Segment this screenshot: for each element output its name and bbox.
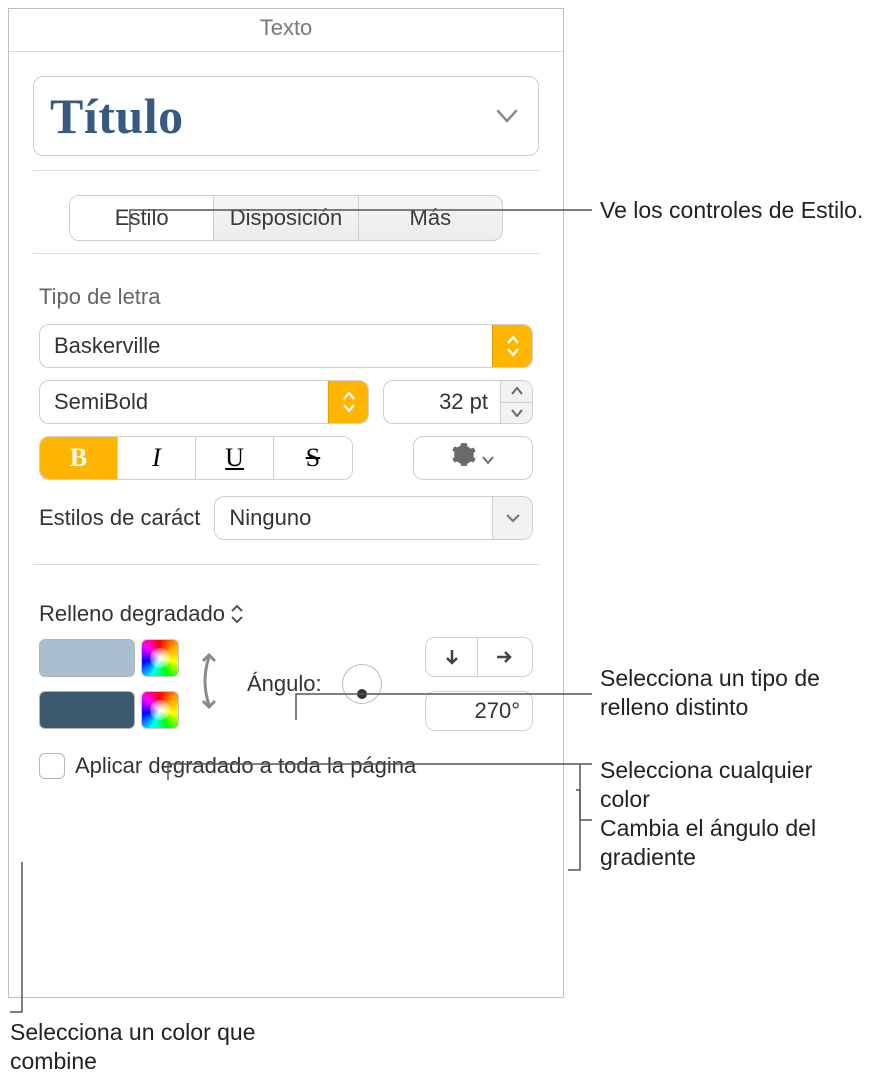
callout-style: Ve los controles de Estilo. bbox=[600, 196, 863, 225]
callout-angle: Cambia el ángulo del gradiente bbox=[600, 814, 860, 872]
callout-filltype: Selecciona un tipo de relleno distinto bbox=[600, 664, 860, 722]
callout-anycolor: Selecciona cualquier color bbox=[600, 756, 860, 814]
callout-matchcolor: Selecciona un color que combine bbox=[10, 1018, 270, 1076]
